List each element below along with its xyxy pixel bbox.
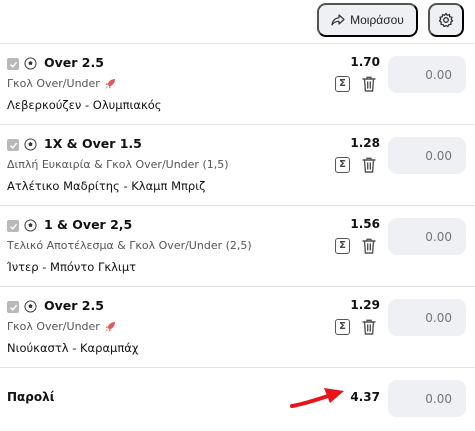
- selection-odds: 1.28: [350, 136, 380, 150]
- selection-odds: 1.29: [350, 298, 380, 312]
- system-sigma-icon[interactable]: Σ: [335, 76, 350, 92]
- soccer-ball-icon: [24, 57, 37, 70]
- parlay-stake-input[interactable]: [388, 380, 466, 417]
- selection-title: Over 2.5: [44, 298, 104, 313]
- market-name: Διπλή Ευκαιρία & Γκολ Over/Under (1,5): [7, 158, 229, 171]
- market-name: Τελικό Αποτέλεσμα & Γκολ Over/Under (2,5…: [7, 239, 252, 252]
- event-teams: Ίντερ - Μπόντο Γκλιμτ: [7, 260, 137, 274]
- share-button[interactable]: Μοιράσου: [317, 3, 418, 37]
- trash-icon[interactable]: [361, 318, 377, 336]
- event-teams: Ατλέτικο Μαδρίτης - Κλαμπ Μπριζ: [7, 179, 206, 193]
- selection-odds: 1.56: [350, 217, 380, 231]
- system-sigma-icon[interactable]: Σ: [335, 319, 350, 335]
- event-teams: Λεβερκούζεν - Ολυμπιακός: [7, 98, 162, 112]
- parlay-label: Παρολί: [7, 390, 55, 404]
- soccer-ball-icon: [24, 219, 37, 232]
- share-button-label: Μοιράσου: [350, 13, 404, 27]
- checkmark-icon: [9, 61, 17, 68]
- settings-button[interactable]: [428, 3, 464, 37]
- selection-odds: 1.70: [350, 55, 380, 69]
- market-label: Διπλή Ευκαιρία & Γκολ Over/Under (1,5): [7, 158, 229, 171]
- rocket-icon: [104, 321, 115, 332]
- red-arrow-annotation-icon: [290, 388, 344, 408]
- bet-selection: 1X & Over 1.5 Διπλή Ευκαιρία & Γκολ Over…: [0, 125, 475, 206]
- selection-checkbox[interactable]: [7, 220, 19, 232]
- selection-checkbox[interactable]: [7, 139, 19, 151]
- betslip-panel: Μοιράσου Over 2.5 Γκολ Over/Under Λεβερκ…: [0, 0, 475, 431]
- betslip-header: Μοιράσου: [0, 0, 475, 44]
- trash-icon[interactable]: [361, 156, 377, 174]
- selection-checkbox[interactable]: [7, 58, 19, 70]
- market-label: Τελικό Αποτέλεσμα & Γκολ Over/Under (2,5…: [7, 239, 252, 252]
- stake-input[interactable]: [388, 218, 466, 255]
- bet-selection: Over 2.5 Γκολ Over/Under Λεβερκούζεν - Ο…: [0, 44, 475, 125]
- market-name: Γκολ Over/Under: [7, 320, 116, 333]
- stake-input[interactable]: [388, 56, 466, 93]
- event-teams: Νιούκαστλ - Καραμπάχ: [7, 341, 139, 355]
- gear-icon: [438, 12, 454, 28]
- bet-selection: 1 & Over 2,5 Τελικό Αποτέλεσμα & Γκολ Ov…: [0, 206, 475, 287]
- share-arrow-icon: [331, 14, 345, 26]
- selection-title: Over 2.5: [44, 55, 104, 70]
- system-sigma-icon[interactable]: Σ: [335, 157, 350, 173]
- selection-checkbox[interactable]: [7, 301, 19, 313]
- parlay-row: Παρολί 4.37: [0, 368, 475, 431]
- stake-input[interactable]: [388, 137, 466, 174]
- market-label: Γκολ Over/Under: [7, 320, 100, 333]
- checkmark-icon: [9, 142, 17, 149]
- market-name: Γκολ Over/Under: [7, 77, 116, 90]
- selection-title: 1X & Over 1.5: [44, 136, 142, 151]
- system-sigma-icon[interactable]: Σ: [335, 238, 350, 254]
- stake-input[interactable]: [388, 299, 466, 336]
- trash-icon[interactable]: [361, 237, 377, 255]
- market-label: Γκολ Over/Under: [7, 77, 100, 90]
- checkmark-icon: [9, 223, 17, 230]
- soccer-ball-icon: [24, 300, 37, 313]
- soccer-ball-icon: [24, 138, 37, 151]
- bet-selection: Over 2.5 Γκολ Over/Under Νιούκαστλ - Καρ…: [0, 287, 475, 368]
- selection-title: 1 & Over 2,5: [44, 217, 133, 232]
- parlay-total-odds: 4.37: [350, 390, 380, 404]
- checkmark-icon: [9, 304, 17, 311]
- rocket-icon: [104, 78, 115, 89]
- trash-icon[interactable]: [361, 75, 377, 93]
